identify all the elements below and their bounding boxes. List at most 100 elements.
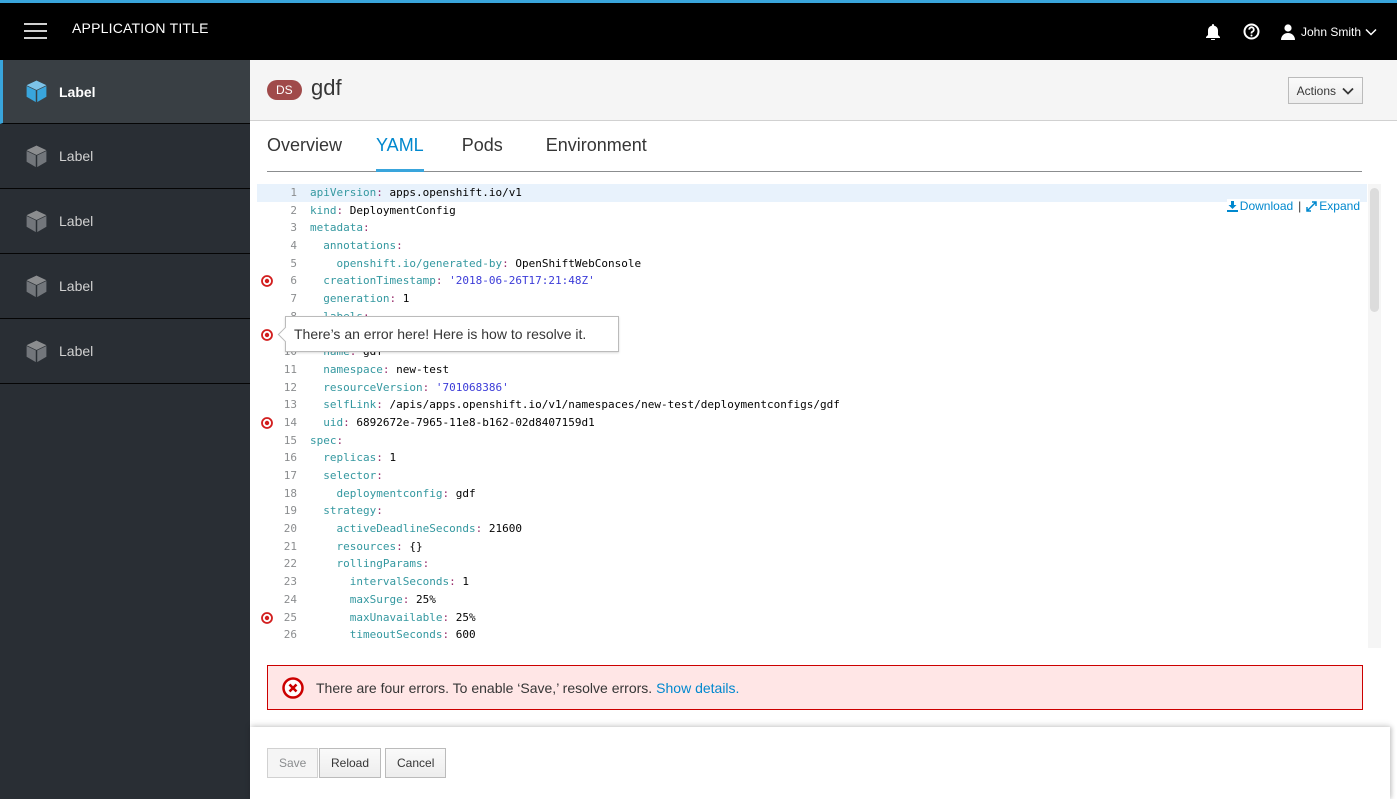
actions-label: Actions — [1296, 83, 1336, 98]
code-line[interactable]: 13 selfLink: /apis/apps.openshift.io/v1/… — [257, 396, 1367, 414]
expand-icon — [1306, 200, 1318, 212]
code-line[interactable]: 18 deploymentconfig: gdf — [257, 485, 1367, 503]
line-number: 24 — [283, 592, 297, 606]
code-line[interactable]: 7 generation: 1 — [257, 290, 1367, 308]
tab-overview[interactable]: Overview — [267, 121, 342, 171]
cube-icon — [26, 275, 47, 297]
code-line[interactable]: 15 spec: — [257, 432, 1367, 450]
code-line[interactable]: 16 replicas: 1 — [257, 449, 1367, 467]
line-number: 21 — [283, 539, 297, 553]
yaml-value: /apis/apps.openshift.io/v1/namespaces/ne… — [382, 398, 840, 412]
expand-link[interactable]: Expand — [1306, 199, 1360, 213]
code-line[interactable]: 5 openshift.io/generated-by: OpenShiftWe… — [257, 255, 1367, 273]
yaml-colon: : — [502, 256, 509, 270]
code-line[interactable]: 25 maxUnavailable: 25% — [257, 609, 1367, 627]
code-line[interactable]: 24 maxSurge: 25% — [257, 591, 1367, 609]
yaml-key: creationTimestamp — [323, 274, 436, 288]
yaml-key: selector — [323, 469, 377, 482]
code-line[interactable]: 21 resources: {} — [257, 538, 1367, 556]
yaml-colon: : — [343, 415, 350, 429]
actions-dropdown[interactable]: Actions — [1287, 77, 1363, 104]
sidebar-item-4[interactable]: Label — [0, 254, 250, 319]
line-number: 22 — [283, 557, 297, 571]
error-marker-icon[interactable] — [261, 417, 273, 429]
sidebar-item-2[interactable]: Label — [0, 124, 250, 189]
code-line[interactable]: 14 uid: 6892672e-7965-11e8-b162-02d84071… — [257, 414, 1367, 432]
code-line[interactable]: 19 strategy: — [257, 502, 1367, 520]
yaml-key: resources — [336, 539, 397, 553]
menu-icon[interactable] — [24, 23, 47, 39]
line-number: 5 — [290, 256, 297, 270]
yaml-value: new-test — [389, 362, 450, 376]
action-footer: Save Reload Cancel — [250, 727, 1390, 799]
code-line[interactable]: 4 annotations: — [257, 237, 1367, 255]
sidebar-item-1[interactable]: Label — [0, 60, 250, 124]
line-number: 2 — [290, 203, 297, 217]
line-number: 7 — [290, 292, 297, 306]
line-number: 1 — [290, 186, 297, 199]
yaml-colon: : — [362, 221, 370, 235]
yaml-value: 25% — [449, 610, 476, 624]
sidebar-item-5[interactable]: Label — [0, 319, 250, 384]
alert-message: There are four errors. To enable ‘Save,’… — [316, 679, 653, 696]
yaml-colon: : — [422, 557, 430, 571]
page-header: DS gdf Actions — [250, 60, 1397, 121]
help-icon[interactable] — [1242, 22, 1262, 42]
yaml-key: activeDeadlineSeconds — [336, 522, 476, 536]
resource-type-badge: DS — [267, 80, 302, 100]
line-number: 12 — [283, 380, 297, 394]
bell-icon[interactable] — [1203, 22, 1223, 42]
code-line[interactable]: 17 selector: — [257, 467, 1367, 485]
reload-button[interactable]: Reload — [319, 748, 382, 778]
line-number: 23 — [283, 575, 297, 589]
cube-icon — [26, 340, 47, 362]
yaml-value: 1 — [382, 451, 397, 465]
cancel-button[interactable]: Cancel — [385, 748, 447, 778]
yaml-key: deploymentconfig — [336, 486, 443, 500]
line-number: 25 — [257, 609, 310, 627]
yaml-value: 25% — [409, 592, 436, 606]
yaml-value: DeploymentConfig — [343, 203, 456, 217]
yaml-key: metadata — [310, 221, 363, 235]
tab-environment[interactable]: Environment — [546, 121, 647, 171]
line-number: 14 — [257, 414, 310, 432]
link-separator: | — [1298, 199, 1302, 213]
sidebar-item-label: Label — [59, 148, 94, 164]
main-content: DS gdf Actions Overview YAML Pods Enviro… — [250, 60, 1397, 799]
show-details-link[interactable]: Show details. — [656, 680, 739, 696]
code-line[interactable]: 3 metadata: — [257, 219, 1367, 237]
yaml-value: 6892672e-7965-11e8-b162-02d8407159d1 — [349, 415, 595, 429]
sidebar-item-label: Label — [59, 83, 96, 100]
yaml-key: openshift.io/generated-by — [336, 256, 503, 270]
code-line[interactable]: 22 rollingParams: — [257, 555, 1367, 573]
tab-pods[interactable]: Pods — [462, 121, 503, 171]
tab-yaml[interactable]: YAML — [376, 121, 424, 172]
yaml-colon: : — [376, 504, 383, 518]
code-line[interactable]: 20 activeDeadlineSeconds: 21600 — [257, 520, 1367, 538]
code-line[interactable]: 2 kind: DeploymentConfig — [257, 202, 1367, 220]
tab-bar: Overview YAML Pods Environment — [267, 121, 1362, 172]
download-link[interactable]: Download — [1226, 199, 1293, 213]
cube-icon — [26, 210, 47, 232]
yaml-key: uid — [323, 415, 344, 429]
error-marker-icon[interactable] — [261, 275, 273, 288]
sidebar-item-3[interactable]: Label — [0, 189, 250, 254]
save-button[interactable]: Save — [267, 748, 319, 778]
editor-scrollbar[interactable] — [1368, 184, 1381, 648]
scrollbar-thumb[interactable] — [1370, 188, 1379, 312]
code-line[interactable]: 11 namespace: new-test — [257, 361, 1367, 379]
yaml-key: selfLink — [323, 398, 377, 412]
yaml-colon: : — [396, 539, 403, 553]
error-marker-icon[interactable] — [261, 328, 273, 341]
code-line[interactable]: 6 creationTimestamp: '2018-06-26T17:21:4… — [257, 272, 1367, 290]
code-line[interactable]: 26 timeoutSeconds: 600 — [257, 626, 1367, 644]
user-menu[interactable]: John Smith — [1280, 23, 1377, 40]
code-line[interactable]: 23 intervalSeconds: 1 — [257, 573, 1367, 591]
code-line[interactable]: 12 resourceVersion: '701068386' — [257, 379, 1367, 397]
line-number: 4 — [290, 239, 297, 253]
yaml-colon: : — [449, 575, 456, 589]
code-line[interactable]: 1 apiVersion: apps.openshift.io/v1 — [257, 184, 1367, 202]
error-marker-icon[interactable] — [261, 611, 273, 624]
page-title: gdf — [311, 75, 342, 100]
yaml-editor[interactable]: 1 apiVersion: apps.openshift.io/v1 2 kind: … — [257, 184, 1367, 648]
